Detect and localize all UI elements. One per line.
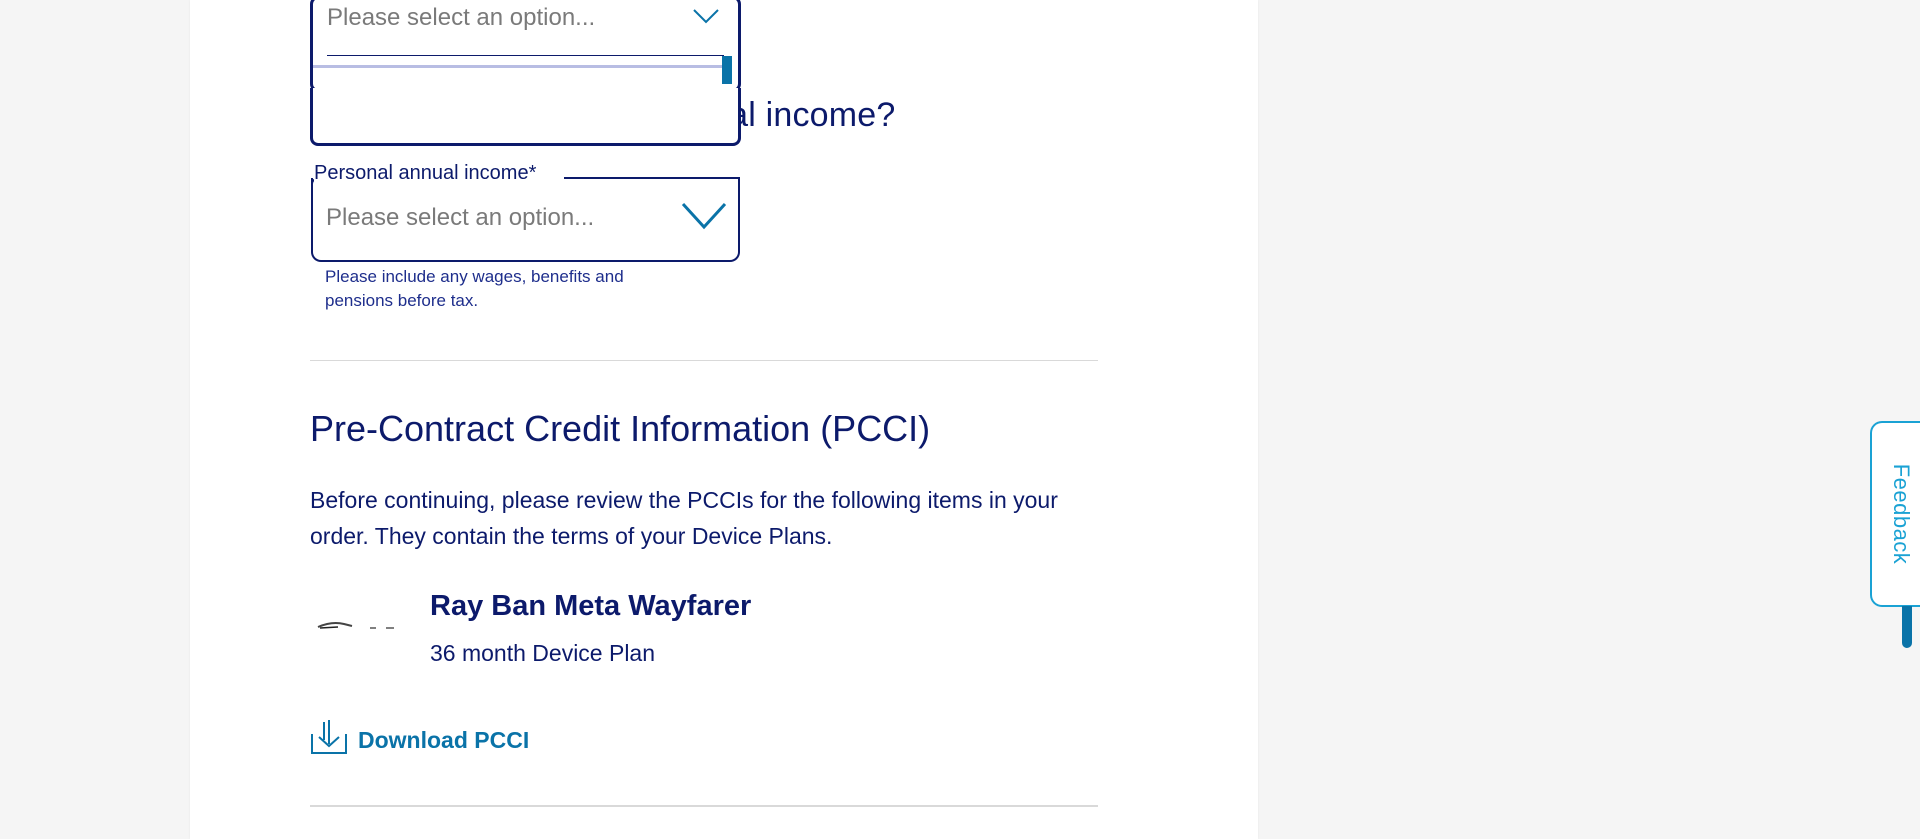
- download-pcci-link[interactable]: Download PCCI: [310, 718, 529, 762]
- dropdown-divider: [327, 55, 724, 56]
- open-select-dropdown[interactable]: Please select an option...: [310, 0, 741, 92]
- dropdown-option-highlight[interactable]: [313, 65, 724, 68]
- product-plan: 36 month Device Plan: [430, 640, 656, 666]
- pcci-title: Pre-Contract Credit Information (PCCI): [310, 408, 931, 449]
- income-select-placeholder: Please select an option...: [326, 204, 595, 231]
- divider: [310, 360, 1098, 361]
- page-scrollbar-thumb[interactable]: [1902, 606, 1912, 648]
- product-thumbnail: [312, 612, 398, 634]
- feedback-label: Feedback: [1889, 463, 1914, 565]
- income-select[interactable]: Please select an option...: [311, 178, 740, 262]
- chevron-down-icon: [680, 200, 728, 237]
- pcci-description: Before continuing, please review the PCC…: [310, 487, 1058, 549]
- divider: [310, 805, 1098, 807]
- chevron-down-icon: [692, 7, 720, 30]
- feedback-tab[interactable]: Feedback: [1870, 421, 1920, 607]
- download-pcci-label: Download PCCI: [358, 726, 530, 753]
- open-select-placeholder: Please select an option...: [327, 4, 596, 31]
- download-icon: [310, 718, 348, 762]
- dropdown-list-panel[interactable]: [310, 88, 741, 146]
- product-name: Ray Ban Meta Wayfarer: [430, 590, 752, 622]
- dropdown-scrollbar[interactable]: [722, 56, 732, 84]
- income-field-label: Personal annual income*: [314, 162, 541, 185]
- income-helper-text: Please include any wages, benefits and p…: [325, 267, 624, 310]
